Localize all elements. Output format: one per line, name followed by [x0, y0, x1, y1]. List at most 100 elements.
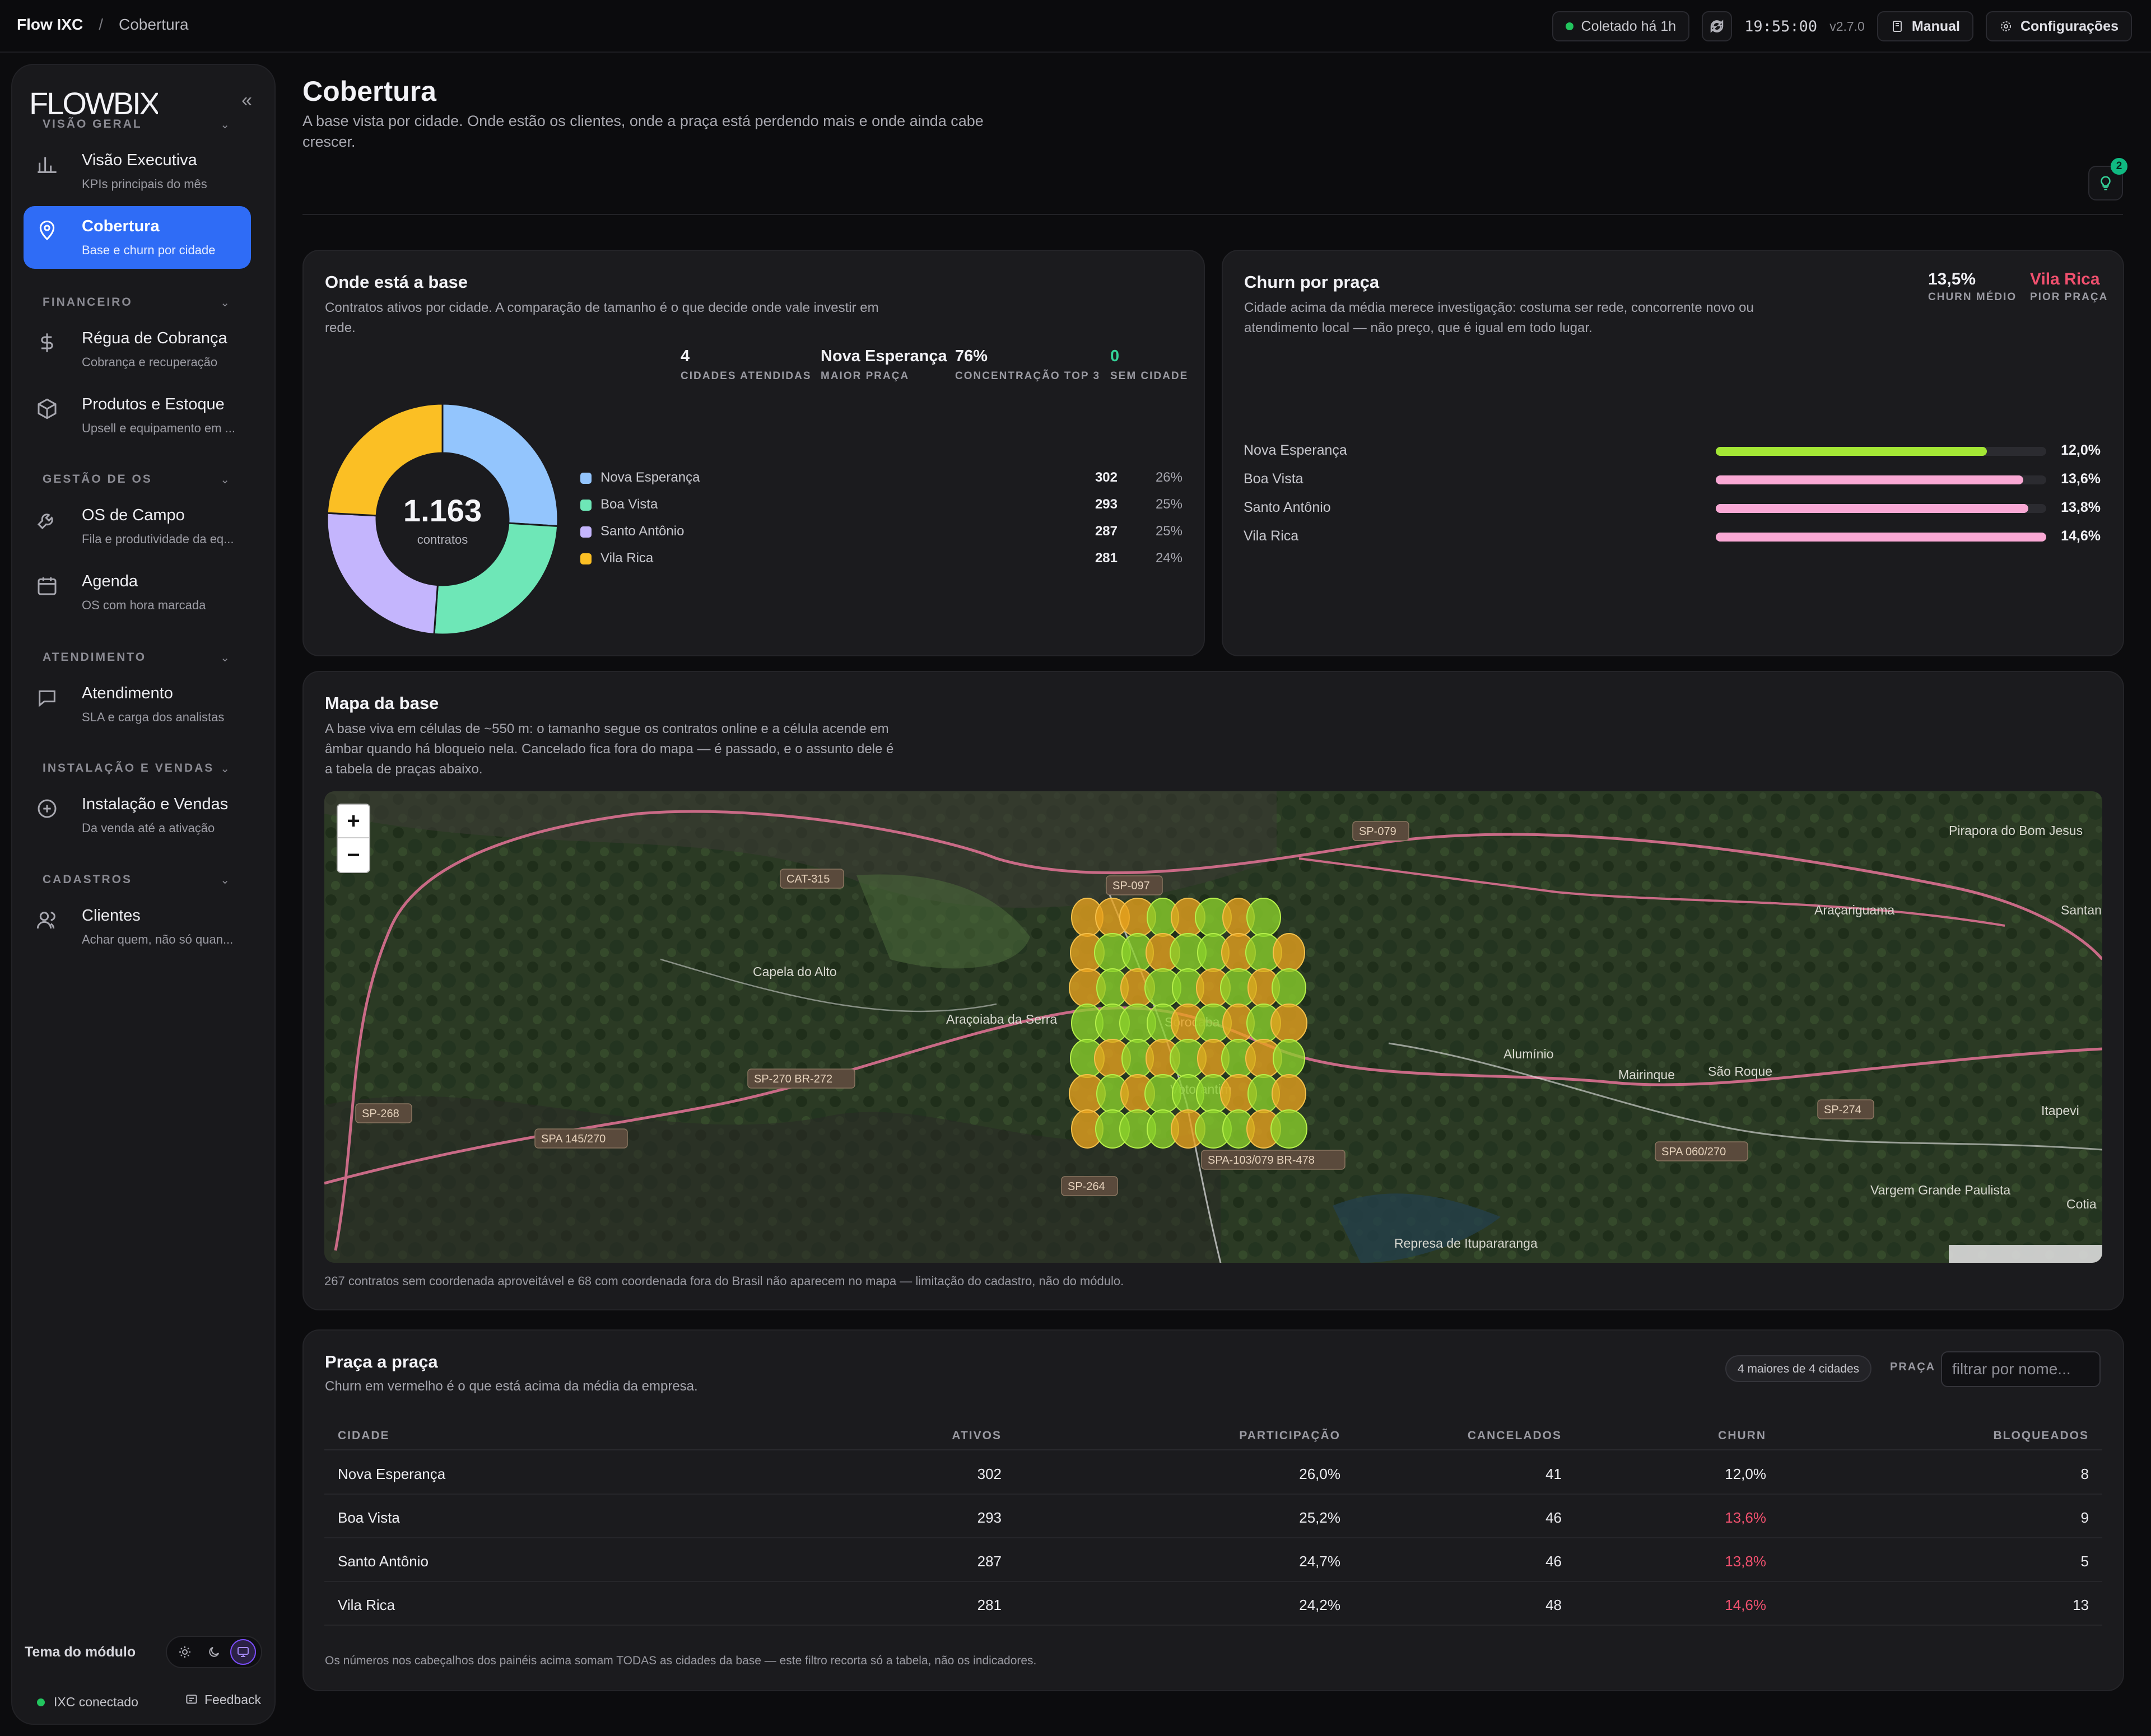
breadcrumb-app[interactable]: Flow IXC	[17, 16, 83, 34]
kpi-no-city-label: SEM CIDADE	[1110, 370, 1189, 382]
breadcrumb: Flow IXC / Cobertura	[17, 16, 189, 34]
churn-worst-value: Vila Rica	[2030, 270, 2100, 288]
top-bar: Flow IXC / Cobertura Coletado há 1h 19:5…	[0, 0, 2151, 53]
sidebar-item-label: Clientes	[82, 907, 141, 925]
cell-cancelados: 46	[1545, 1553, 1562, 1570]
legend-swatch	[580, 553, 592, 564]
sidebar-item-clientes[interactable]: Clientes Achar quem, não só quan...	[24, 895, 251, 958]
legend-item: Boa Vista 293 25%	[580, 495, 1182, 517]
theme-dark-option[interactable]	[201, 1639, 227, 1665]
sidebar-item-cobertura[interactable]: Cobertura Base e churn por cidade	[24, 206, 251, 269]
table-row[interactable]: Boa Vista 293 25,2% 46 13,6% 9	[324, 1496, 2102, 1538]
col-cancelados[interactable]: CANCELADOS	[1468, 1429, 1562, 1443]
map-cell-blocked[interactable]	[1270, 1004, 1307, 1043]
map-zoom-control: + −	[337, 804, 370, 873]
map-view[interactable]: SP-079 CAT-315 SP-097 Capela do Alto Araçoia…	[324, 791, 2102, 1263]
churn-value: 12,0%	[2061, 442, 2101, 458]
map-cell[interactable]	[1270, 1109, 1307, 1149]
sidebar-section-title[interactable]: GESTÃO DE OS	[43, 473, 152, 486]
table-card-subtitle: Churn em vermelho é o que está acima da …	[325, 1379, 698, 1394]
sidebar-section-title[interactable]: CADASTROS	[43, 873, 132, 886]
sidebar-section-title[interactable]: FINANCEIRO	[43, 296, 133, 309]
sidebar-item-instalacao-e-vendas[interactable]: Instalação e Vendas Da venda até a ativaç…	[24, 784, 251, 847]
map-note: 267 contratos sem coordenada aproveitáve…	[324, 1274, 1124, 1288]
sidebar-item-description: Base e churn por cidade	[82, 243, 216, 257]
cell-participacao: 24,2%	[1299, 1597, 1340, 1613]
churn-bar	[1716, 447, 1987, 456]
cell-bloqueados: 5	[2080, 1553, 2089, 1570]
city-filter-input[interactable]: filtrar por nome...	[1941, 1351, 2101, 1387]
map-cell-blocked[interactable]	[1273, 933, 1305, 972]
churn-city: Vila Rica	[1244, 528, 1299, 544]
col-cidade[interactable]: CIDADE	[338, 1429, 390, 1443]
theme-system-option[interactable]	[230, 1639, 256, 1665]
churn-value: 13,6%	[2061, 471, 2101, 487]
chevron-down-icon[interactable]: ⌄	[220, 762, 230, 776]
feedback-button[interactable]: Feedback	[184, 1692, 261, 1707]
col-participacao[interactable]: PARTICIPAÇÃO	[1239, 1429, 1340, 1443]
map-attribution	[1949, 1245, 2102, 1263]
refresh-button[interactable]	[1702, 11, 1733, 41]
donut-slice[interactable]	[326, 512, 439, 636]
map-cell[interactable]	[1272, 968, 1306, 1007]
sidebar-item-description: Fila e produtividade da eq...	[82, 532, 234, 546]
map-canvas[interactable]: SP-079 CAT-315 SP-097 Capela do Alto Araçoia…	[324, 791, 2102, 1263]
chevron-down-icon[interactable]: ⌄	[220, 296, 230, 310]
theme-light-option[interactable]	[172, 1639, 198, 1665]
settings-button[interactable]: Configurações	[1985, 11, 2132, 41]
sidebar-section-title[interactable]: VISÃO GERAL	[43, 118, 142, 131]
cell-churn: 12,0%	[1725, 1466, 1766, 1482]
churn-bar-track	[1716, 475, 2046, 484]
sidebar-item-label: Agenda	[82, 572, 138, 590]
legend-count: 281	[1095, 550, 1118, 566]
sidebar-item-atendimento[interactable]: Atendimento SLA e carga dos analistas	[24, 673, 251, 736]
churn-city: Boa Vista	[1244, 471, 1303, 487]
page-title: Cobertura	[302, 76, 436, 107]
map-place-label: Represa de Itupararanga	[1394, 1236, 1538, 1250]
cell-churn: 13,8%	[1725, 1553, 1766, 1570]
col-bloqueados[interactable]: BLOQUEADOS	[1993, 1429, 2089, 1443]
sidebar-item-os-de-campo[interactable]: OS de Campo Fila e produtividade da eq...	[24, 495, 251, 558]
sidebar-item-label: Instalação e Vendas	[82, 795, 229, 813]
map-cell[interactable]	[1246, 898, 1281, 937]
col-ativos[interactable]: ATIVOS	[952, 1429, 1002, 1443]
chevron-down-icon[interactable]: ⌄	[220, 473, 230, 487]
map-cell-blocked[interactable]	[1272, 1074, 1306, 1113]
table-card-title: Praça a praça	[325, 1352, 438, 1371]
cell-ativos: 281	[977, 1597, 1002, 1613]
table-row[interactable]: Santo Antônio 287 24,7% 46 13,8% 5	[324, 1539, 2102, 1582]
chevron-down-icon[interactable]: ⌄	[220, 873, 230, 887]
col-churn[interactable]: CHURN	[1718, 1429, 1766, 1443]
sidebar-item-agenda[interactable]: Agenda OS com hora marcada	[24, 561, 251, 624]
sidebar-item-label: Produtos e Estoque	[82, 395, 225, 413]
logo-text: FLOWBIX	[29, 86, 158, 121]
legend-label: Santo Antônio	[600, 524, 685, 539]
table-row[interactable]: Nova Esperança 302 26,0% 41 12,0% 8	[324, 1452, 2102, 1495]
cell-cidade: Nova Esperança	[338, 1466, 446, 1482]
churn-average-value: 13,5%	[1928, 270, 1976, 288]
kpi-concentration: 76% CONCENTRAÇÃO TOP 3	[955, 347, 1100, 382]
monitor-icon	[238, 1647, 249, 1657]
kpi-biggest: Nova Esperança MAIOR PRAÇA	[821, 347, 947, 382]
sidebar-item-produtos-e-estoque[interactable]: Produtos e Estoque Upsell e equipamento e…	[24, 384, 251, 447]
sidebar-item-visao-executiva[interactable]: Visão Executiva KPIs principais do mês	[24, 140, 251, 203]
sidebar-item-description: Upsell e equipamento em ...	[82, 421, 235, 435]
collapse-sidebar-button[interactable]: «	[241, 90, 252, 111]
map-place-label: Araçariguama	[1814, 903, 1894, 917]
chevron-down-icon[interactable]: ⌄	[220, 118, 230, 132]
kpi-cities-value: 4	[681, 347, 690, 365]
cell-cancelados: 41	[1545, 1466, 1562, 1482]
map-place-label: CAT-315	[786, 873, 830, 885]
cell-cancelados: 48	[1545, 1597, 1562, 1613]
map-place-label: SP-097	[1112, 880, 1150, 892]
manual-button[interactable]: Manual	[1877, 11, 1973, 41]
zoom-out-button[interactable]: −	[338, 838, 369, 872]
sidebar-section-title[interactable]: ATENDIMENTO	[43, 651, 146, 664]
sidebar-item-regua-de-cobranca[interactable]: Régua de Cobrança Cobrança e recuperação	[24, 318, 251, 381]
sidebar-section-title[interactable]: INSTALAÇÃO E VENDAS	[43, 762, 214, 775]
cell-ativos: 287	[977, 1553, 1002, 1570]
chevron-down-icon[interactable]: ⌄	[220, 651, 230, 665]
map-cell[interactable]	[1273, 1039, 1305, 1078]
table-row[interactable]: Vila Rica 281 24,2% 48 14,6% 13	[324, 1583, 2102, 1626]
zoom-in-button[interactable]: +	[338, 805, 369, 838]
